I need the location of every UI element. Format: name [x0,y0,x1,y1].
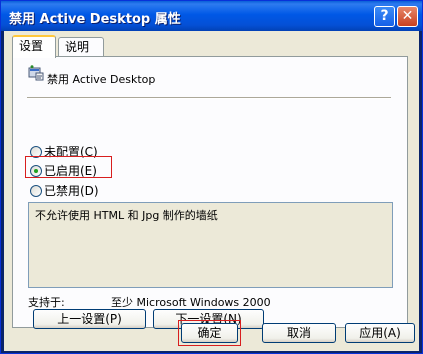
policy-setting-icon [28,65,44,81]
tab-explain[interactable]: 说明 [58,37,104,57]
support-value: 至少 Microsoft Windows 2000 [111,296,271,309]
title-bar[interactable]: 禁用 Active Desktop 属性 ? ✕ [1,1,422,31]
support-label: 支持于: [28,296,65,309]
description-box: 不允许使用 HTML 和 Jpg 制作的墙纸 [28,202,393,288]
enabled-highlight-box [25,156,112,178]
tab-settings[interactable]: 设置 [12,35,56,58]
dialog-client-area: 设置 说明 禁用 Active Desktop 未配置(C) 已启用(E) 已禁… [4,31,419,351]
window-title: 禁用 Active Desktop 属性 [9,12,181,27]
properties-dialog: 禁用 Active Desktop 属性 ? ✕ 设置 说明 禁用 Active… [0,0,423,354]
settings-panel: 禁用 Active Desktop 未配置(C) 已启用(E) 已禁用(D) 不… [12,56,408,329]
apply-button[interactable]: 应用(A) [345,323,415,343]
cancel-button[interactable]: 取消 [262,323,336,343]
option-label: 已禁用(D) [44,184,99,198]
radio-disabled[interactable] [30,185,42,197]
option-disabled[interactable]: 已禁用(D) [30,182,99,198]
help-button[interactable]: ? [374,6,395,27]
close-button[interactable]: ✕ [397,6,418,27]
ok-button[interactable]: 确定 [181,323,238,343]
policy-name: 禁用 Active Desktop [47,73,156,86]
divider [27,97,391,99]
description-text: 不允许使用 HTML 和 Jpg 制作的墙纸 [35,209,218,222]
previous-setting-button[interactable]: 上一设置(P) [33,309,146,329]
